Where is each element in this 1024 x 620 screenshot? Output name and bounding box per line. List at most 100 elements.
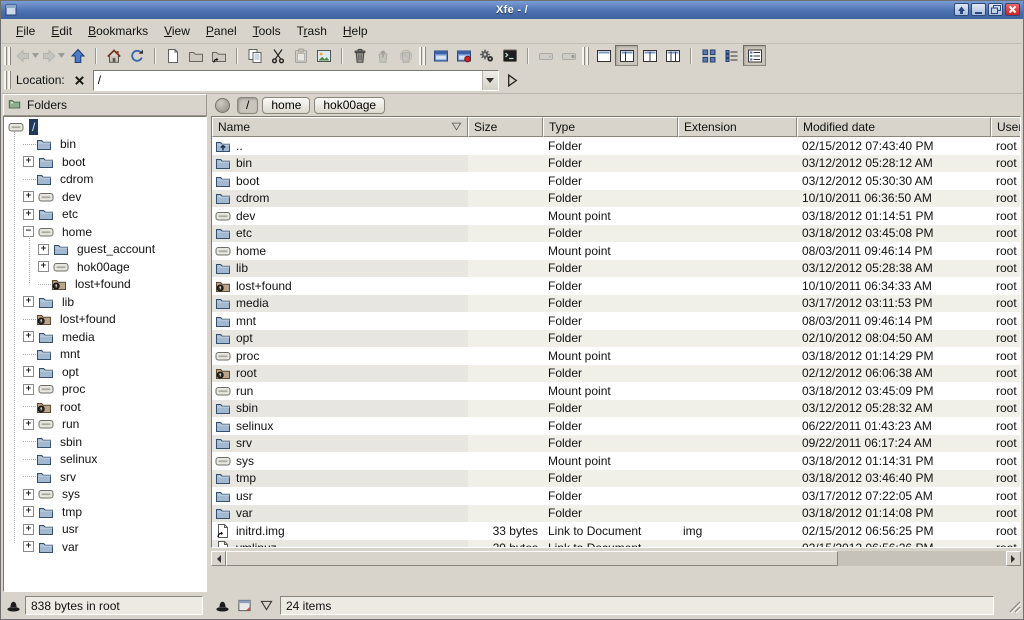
clear-location-icon[interactable]	[71, 71, 89, 89]
tree-expander-icon[interactable]: +	[23, 366, 34, 377]
menu-bookmarks[interactable]: Bookmarks	[80, 21, 156, 41]
file-row-usr[interactable]: usrFolder03/17/2012 07:22:05 AMroot	[212, 487, 1021, 505]
horizontal-scrollbar[interactable]	[211, 551, 1021, 566]
new-file-icon[interactable]	[161, 45, 184, 66]
view-big-icons-icon[interactable]	[697, 45, 720, 66]
toolbar-grip[interactable]	[4, 71, 11, 89]
file-row-boot[interactable]: bootFolder03/12/2012 05:30:30 AMroot	[212, 172, 1021, 190]
execute-command-icon[interactable]	[475, 45, 498, 66]
tree-item-hok00age[interactable]: +hok00age	[4, 258, 206, 276]
tree-item-tmp[interactable]: +tmp	[4, 503, 206, 521]
file-row-srv[interactable]: srvFolder09/22/2011 06:17:24 AMroot	[212, 435, 1021, 453]
file-row-dev[interactable]: devMount point03/18/2012 01:14:51 PMroot	[212, 207, 1021, 225]
unmount-icon[interactable]	[557, 45, 580, 66]
menu-edit[interactable]: Edit	[43, 21, 80, 41]
tree-item-bin[interactable]: bin	[4, 136, 206, 154]
file-row-run[interactable]: runMount point03/18/2012 03:45:09 PMroot	[212, 382, 1021, 400]
terminal-icon[interactable]	[498, 45, 521, 66]
tree-item-usr[interactable]: +usr	[4, 521, 206, 539]
tree-item-dev[interactable]: +dev	[4, 188, 206, 206]
tree-item-run[interactable]: +run	[4, 416, 206, 434]
path-button-[interactable]: /	[237, 97, 258, 114]
minimize-button[interactable]	[971, 3, 986, 16]
tree-expander-icon[interactable]: +	[38, 261, 49, 272]
scroll-right-icon[interactable]	[1006, 551, 1021, 566]
toolbar-grip[interactable]	[4, 47, 11, 65]
file-row-home[interactable]: homeMount point08/03/2011 09:46:14 PMroo…	[212, 242, 1021, 260]
column-header-type[interactable]: Type	[543, 117, 678, 137]
cut-icon[interactable]	[266, 45, 289, 66]
delete-icon[interactable]	[348, 45, 371, 66]
column-header-user[interactable]: User	[991, 117, 1021, 137]
hidden-files-toggle-icon[interactable]	[236, 598, 252, 614]
tree-expander-icon[interactable]: +	[23, 541, 34, 552]
column-header-modified-date[interactable]: Modified date	[797, 117, 991, 137]
tree-item-boot[interactable]: +boot	[4, 153, 206, 171]
file-row-lib[interactable]: libFolder03/12/2012 05:28:38 AMroot	[212, 260, 1021, 278]
tree-item-guest-account[interactable]: +guest_account	[4, 241, 206, 259]
tree-expander-icon[interactable]: +	[23, 156, 34, 167]
tree-item-srv[interactable]: srv	[4, 468, 206, 486]
scrollbar-track[interactable]	[838, 551, 1006, 566]
file-row-opt[interactable]: optFolder02/10/2012 08:04:50 AMroot	[212, 330, 1021, 348]
tree-item-lost-found[interactable]: lost+found	[4, 311, 206, 329]
close-button[interactable]	[1005, 3, 1020, 16]
panel-tree-two-icon[interactable]	[661, 45, 684, 66]
tree-expander-icon[interactable]: +	[23, 524, 34, 535]
menu-file[interactable]: File	[8, 21, 43, 41]
column-header-extension[interactable]: Extension	[678, 117, 797, 137]
file-row-sbin[interactable]: sbinFolder03/12/2012 05:28:32 AMroot	[212, 400, 1021, 418]
tree-expander-icon[interactable]: +	[23, 331, 34, 342]
file-row-media[interactable]: mediaFolder03/17/2012 03:11:53 PMroot	[212, 295, 1021, 313]
file-row-sys[interactable]: sysMount point03/18/2012 01:14:31 PMroot	[212, 452, 1021, 470]
column-header-size[interactable]: Size	[468, 117, 543, 137]
view-small-icons-icon[interactable]	[720, 45, 743, 66]
tree-item-home[interactable]: −home	[4, 223, 206, 241]
tree-item-cdrom[interactable]: cdrom	[4, 171, 206, 189]
tree-expander-icon[interactable]: +	[23, 296, 34, 307]
shade-button[interactable]	[954, 3, 969, 16]
mount-icon[interactable]	[534, 45, 557, 66]
tree-item-opt[interactable]: +opt	[4, 363, 206, 381]
up-icon[interactable]	[66, 45, 89, 66]
file-row-var[interactable]: varFolder03/18/2012 01:14:08 PMroot	[212, 505, 1021, 523]
panel-tree-one-icon[interactable]	[615, 45, 638, 66]
tree-item-proc[interactable]: +proc	[4, 381, 206, 399]
trash-restore-icon[interactable]	[371, 45, 394, 66]
menu-help[interactable]: Help	[335, 21, 376, 41]
view-details-icon[interactable]	[743, 45, 766, 66]
tree-expander-icon[interactable]: +	[23, 506, 34, 517]
tree-item-media[interactable]: +media	[4, 328, 206, 346]
paste-icon[interactable]	[289, 45, 312, 66]
tree-expander-icon[interactable]: +	[38, 244, 49, 255]
toolbar-grip[interactable]	[419, 47, 426, 65]
file-row-selinux[interactable]: selinuxFolder06/22/2011 01:43:23 AMroot	[212, 417, 1021, 435]
menu-tools[interactable]: Tools	[245, 21, 289, 41]
menu-trash[interactable]: Trash	[289, 21, 335, 41]
file-row-vmlinuz[interactable]: vmlinuz29 bytesLink to Document02/15/201…	[212, 540, 1021, 549]
tree-item-sbin[interactable]: sbin	[4, 433, 206, 451]
panel-single-icon[interactable]	[592, 45, 615, 66]
tree-item-sys[interactable]: +sys	[4, 486, 206, 504]
properties-icon[interactable]	[312, 45, 335, 66]
file-row-bin[interactable]: binFolder03/12/2012 05:28:12 AMroot	[212, 155, 1021, 173]
tree-expander-icon[interactable]: +	[23, 209, 34, 220]
location-dropdown-icon[interactable]	[482, 71, 498, 90]
filter-icon[interactable]	[258, 598, 274, 614]
tree-item-etc[interactable]: +etc	[4, 206, 206, 224]
file-row-lost-found[interactable]: lost+foundFolder10/10/2011 06:34:33 AMro…	[212, 277, 1021, 295]
refresh-icon[interactable]	[125, 45, 148, 66]
tree-expander-icon[interactable]: +	[23, 419, 34, 430]
tree-item-var[interactable]: +var	[4, 538, 206, 556]
new-folder-icon[interactable]	[184, 45, 207, 66]
column-header-name[interactable]: Name	[212, 117, 468, 137]
file-row-proc[interactable]: procMount point03/18/2012 01:14:29 PMroo…	[212, 347, 1021, 365]
forward-icon[interactable]	[40, 45, 66, 66]
new-link-icon[interactable]	[207, 45, 230, 66]
panel-two-icon[interactable]	[638, 45, 661, 66]
tree-item-selinux[interactable]: selinux	[4, 451, 206, 469]
maximize-button[interactable]	[988, 3, 1003, 16]
resize-grip[interactable]	[1006, 598, 1021, 613]
path-button-home[interactable]: home	[262, 97, 310, 114]
file-row-initrd-img[interactable]: initrd.img33 bytesLink to Documentimg02/…	[212, 522, 1021, 540]
